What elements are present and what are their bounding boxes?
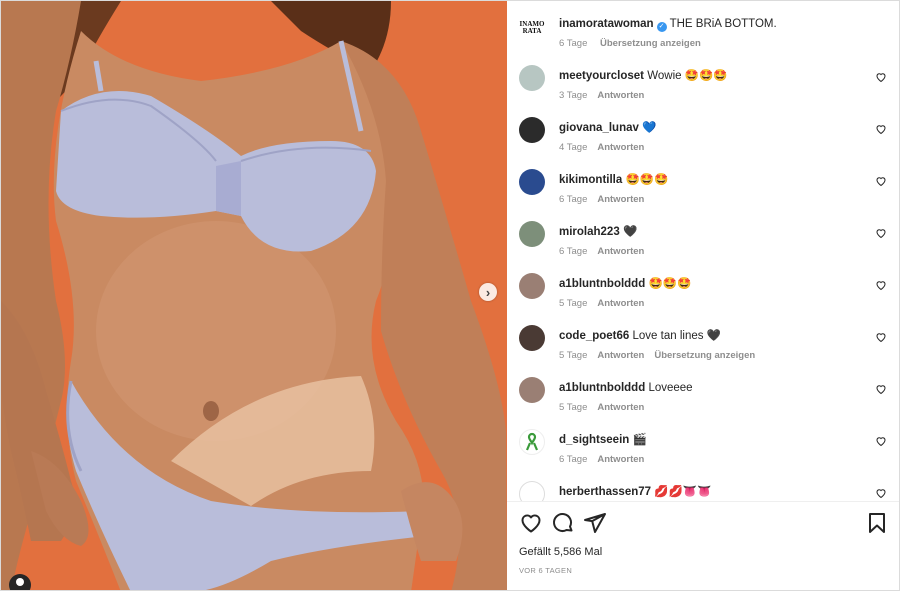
comment-text: 💙 (642, 122, 657, 134)
reply-link[interactable]: Antworten (597, 402, 644, 413)
comment-text: Loveeee (648, 382, 693, 394)
avatar[interactable] (519, 169, 545, 195)
comment-icon[interactable] (551, 511, 575, 535)
caption-text: THE BRiA BOTTOM. (669, 18, 777, 30)
comment-age: 6 Tage (559, 246, 588, 257)
reply-link[interactable]: Antworten (597, 454, 644, 465)
avatar[interactable] (519, 377, 545, 403)
comment-username[interactable]: giovana_lunav (559, 122, 639, 134)
next-slide-button[interactable]: › (479, 283, 497, 301)
comment-row: herberthassen77 💋💋👅👅 (507, 479, 899, 501)
post-caption: INAMO RATA inamoratawoman ✓ THE BRiA BOTTO… (507, 11, 899, 63)
avatar[interactable] (519, 429, 545, 455)
comment-text: 💋💋👅👅 (654, 486, 712, 498)
post-image[interactable]: › (1, 1, 507, 590)
comment-username[interactable]: kikimontilla (559, 174, 622, 186)
comment-like-heart-icon[interactable] (875, 331, 887, 343)
share-icon[interactable] (583, 511, 607, 535)
comment-like-heart-icon[interactable] (875, 71, 887, 83)
comment-age: 4 Tage (559, 142, 588, 153)
comment-username[interactable]: herberthassen77 (559, 486, 651, 498)
author-avatar[interactable]: INAMO RATA (519, 15, 545, 41)
comment-like-heart-icon[interactable] (875, 487, 887, 499)
avatar[interactable] (519, 65, 545, 91)
user-tag-icon[interactable] (9, 574, 31, 590)
comment-row: kikimontilla 🤩🤩🤩 6 Tage Antworten (507, 167, 899, 219)
caption-translate-link[interactable]: Übersetzung anzeigen (600, 38, 701, 49)
comment-age: 5 Tage (559, 350, 588, 361)
reply-link[interactable]: Antworten (597, 350, 644, 361)
logo-text-bottom: RATA (522, 27, 542, 35)
likes-count[interactable]: Gefällt 5,586 Mal (519, 546, 602, 558)
post-photo-illustration (1, 1, 507, 590)
comment-username[interactable]: a1bluntnbolddd (559, 382, 645, 394)
comment-age: 6 Tage (559, 454, 588, 465)
post-timestamp[interactable]: VOR 6 TAGEN (519, 566, 572, 575)
comment-like-heart-icon[interactable] (875, 175, 887, 187)
comment-username[interactable]: meetyourcloset (559, 70, 644, 82)
comment-username[interactable]: d_sightseein (559, 434, 629, 446)
comment-text: Wowie 🤩🤩🤩 (647, 70, 728, 82)
reply-link[interactable]: Antworten (597, 194, 644, 205)
comment-username[interactable]: code_poet66 (559, 330, 629, 342)
comment-row: mirolah223 🖤 6 Tage Antworten (507, 219, 899, 271)
avatar[interactable] (519, 117, 545, 143)
translate-link[interactable]: Übersetzung anzeigen (654, 350, 755, 361)
comment-username[interactable]: a1bluntnbolddd (559, 278, 645, 290)
comment-text: 🎬 (632, 434, 647, 446)
comment-like-heart-icon[interactable] (875, 435, 887, 447)
instagram-post-window: › INAMO RATA inamoratawoman ✓ THE BRiA BOT… (0, 0, 900, 591)
avatar[interactable] (519, 273, 545, 299)
comment-age: 5 Tage (559, 402, 588, 413)
avatar[interactable] (519, 481, 545, 501)
comment-row: a1bluntnbolddd 🤩🤩🤩 5 Tage Antworten (507, 271, 899, 323)
caption-age: 6 Tage (559, 38, 588, 49)
caption-meta: 6 Tage Übersetzung anzeigen (559, 38, 711, 49)
comments-list[interactable]: INAMO RATA inamoratawoman ✓ THE BRiA BOTTO… (507, 1, 899, 501)
bookmark-icon[interactable] (865, 511, 889, 535)
comment-row: d_sightseein 🎬 6 Tage Antworten (507, 427, 899, 479)
author-username[interactable]: inamoratawoman (559, 18, 654, 30)
comment-like-heart-icon[interactable] (875, 227, 887, 239)
reply-link[interactable]: Antworten (597, 142, 644, 153)
heart-icon[interactable] (519, 511, 543, 535)
comment-row: giovana_lunav 💙 4 Tage Antworten (507, 115, 899, 167)
reply-link[interactable]: Antworten (597, 246, 644, 257)
reply-link[interactable]: Antworten (597, 90, 644, 101)
post-action-bar (507, 511, 899, 537)
comment-age: 5 Tage (559, 298, 588, 309)
verified-badge-icon: ✓ (656, 22, 667, 32)
comment-age: 6 Tage (559, 194, 588, 205)
comment-text: 🤩🤩🤩 (648, 278, 692, 290)
comment-row: code_poet66 Love tan lines 🖤 5 Tage Antwo… (507, 323, 899, 375)
post-sidebar: INAMO RATA inamoratawoman ✓ THE BRiA BOTTO… (507, 1, 899, 590)
comment-text: 🤩🤩🤩 (625, 174, 669, 186)
comment-username[interactable]: mirolah223 (559, 226, 620, 238)
ribbon-icon (525, 432, 539, 451)
comment-row: meetyourcloset Wowie 🤩🤩🤩 3 Tage Antworten (507, 63, 899, 115)
comment-text: 🖤 (622, 226, 638, 238)
avatar[interactable] (519, 221, 545, 247)
reply-link[interactable]: Antworten (597, 298, 644, 309)
comment-like-heart-icon[interactable] (875, 123, 887, 135)
comment-age: 3 Tage (559, 90, 588, 101)
comment-like-heart-icon[interactable] (875, 383, 887, 395)
divider (507, 501, 899, 502)
comment-row: a1bluntnbolddd Loveeee 5 Tage Antworten (507, 375, 899, 427)
comment-like-heart-icon[interactable] (875, 279, 887, 291)
comment-text: Love tan lines 🖤 (632, 330, 721, 342)
avatar[interactable] (519, 325, 545, 351)
